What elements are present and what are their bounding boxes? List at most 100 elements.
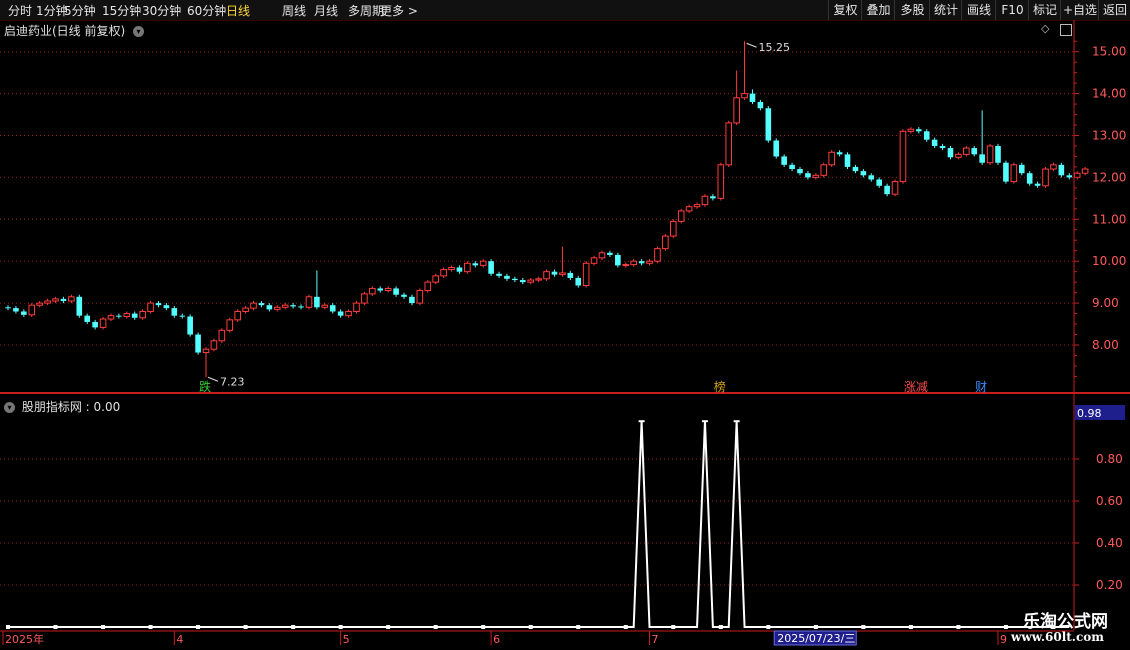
candle-2025-08-19 [923, 129, 930, 142]
candle-2025-04-28 [314, 270, 320, 310]
candle-2025-03-18 [92, 319, 98, 330]
diamond-icon[interactable]: ◇ [1041, 22, 1049, 35]
indicator-tick-label: 0.80 [1096, 452, 1123, 466]
candle-2025-08-04 [836, 150, 843, 157]
candle-2025-04-01 [171, 306, 178, 318]
high-arrow [746, 42, 757, 48]
indicator-title: 股朋指标网 : 0.00 [21, 400, 121, 414]
indicator-dot [6, 625, 10, 629]
candle-2025-07-28 [797, 166, 803, 176]
candle-2025-09-12 [1066, 173, 1073, 180]
price-tick-label: 8.00 [1092, 338, 1119, 352]
candle-2025-05-27 [456, 265, 463, 274]
indicator-dot [861, 625, 866, 629]
candle-2025-07-15 [725, 120, 733, 167]
price-tick-label: 14.00 [1092, 87, 1126, 101]
candle-2025-04-08 [202, 347, 210, 378]
candle-2025-06-09 [520, 277, 526, 285]
indicator-dot [576, 625, 581, 629]
candle-2025-04-09 [210, 338, 218, 352]
candle-2025-04-02 [179, 313, 186, 319]
candle-2025-08-08 [868, 173, 875, 182]
chevron-down-icon[interactable]: ▾ [133, 26, 145, 37]
candle-2025-03-11 [52, 296, 59, 304]
candle-2025-07-07 [677, 208, 685, 224]
event-badge-2: 涨减 [904, 379, 928, 394]
candle-2025-03-20 [107, 313, 115, 322]
date-label-2: 5 [343, 633, 350, 646]
date-cursor-label: 2025/07/23/三 [777, 632, 855, 645]
candle-2025-07-03 [662, 233, 669, 251]
candle-2025-06-26 [622, 262, 630, 268]
candle-2025-03-28 [155, 301, 162, 308]
stock-chart: 8.00 9.00 10.00 11.00 12.00 13.00 14.00 15.00 1… [0, 20, 1130, 646]
candle-2025-04-03 [187, 314, 193, 337]
candle-2025-07-08 [685, 204, 693, 214]
indicator-dot [433, 625, 438, 629]
candle-2025-08-21 [939, 143, 946, 151]
candle-2025-09-01 [995, 143, 1001, 165]
candlesticks [5, 41, 1089, 378]
date-label-3: 6 [493, 633, 500, 646]
candle-2025-03-17 [84, 313, 90, 325]
indicator-dot [671, 625, 676, 629]
candle-2025-06-30 [638, 259, 645, 266]
candle-2025-07-11 [710, 194, 716, 201]
high-label: 15.25 [759, 41, 791, 54]
candle-2025-07-10 [701, 194, 709, 207]
candle-2025-04-14 [234, 309, 241, 322]
date-label-1: 4 [176, 633, 183, 646]
indicator-dot [908, 625, 913, 629]
candle-2025-05-20 [416, 288, 424, 306]
candle-2025-06-05 [504, 273, 510, 281]
candle-2025-06-20 [590, 255, 598, 266]
candle-2025-03-03 [5, 305, 11, 311]
candle-2025-04-23 [290, 303, 296, 309]
candle-2025-08-01 [828, 150, 835, 167]
indicator-dot [291, 625, 296, 629]
candle-2025-07-25 [789, 162, 795, 172]
candle-2025-09-10 [1050, 162, 1057, 172]
panel-toggle-icon[interactable] [1060, 24, 1072, 36]
date-label-4: 7 [652, 633, 659, 646]
candle-2025-05-06 [337, 309, 344, 318]
candle-2025-05-30 [479, 259, 487, 268]
candle-2025-06-12 [543, 269, 550, 281]
candle-2025-05-12 [369, 286, 376, 296]
indicator-dot [718, 625, 723, 629]
candle-2025-09-08 [1034, 181, 1041, 188]
candle-2025-03-31 [163, 303, 170, 311]
indicator-grid [0, 458, 1074, 586]
candle-2025-08-06 [852, 164, 859, 174]
candle-2025-05-14 [384, 286, 392, 293]
price-annotations: 15.25 7.23 跌 榜 涨减 财 [199, 41, 987, 394]
indicator-tick-label: 0.20 [1096, 578, 1123, 592]
indicator-dot [528, 625, 533, 629]
candle-2025-07-18 [749, 89, 756, 105]
indicator-dot [243, 625, 248, 629]
candle-2025-09-09 [1042, 166, 1049, 188]
candle-2025-07-17 [741, 41, 748, 100]
indicator-dot [766, 625, 771, 629]
candle-2025-03-25 [131, 311, 138, 320]
candle-2025-05-29 [472, 261, 479, 268]
main-title-row: 启迪药业(日线 前复权) ▾ [4, 22, 145, 39]
event-badge-3: 财 [975, 380, 987, 394]
date-axis: 2025年 4 5 6 7 9 2025/07/23/三 [0, 630, 1074, 646]
indicator-dot [53, 625, 58, 629]
candle-2025-05-22 [432, 273, 439, 285]
watermark-logo: 乐淘公式网 [1023, 612, 1108, 632]
indicator-tick-label: 0.40 [1096, 536, 1123, 550]
candle-2025-03-14 [76, 294, 83, 318]
candle-2025-06-04 [496, 271, 502, 278]
candle-2025-05-21 [424, 280, 432, 293]
candle-2025-07-01 [646, 259, 653, 266]
candle-2025-06-24 [607, 250, 613, 258]
chevron-down-icon[interactable]: ▾ [4, 402, 15, 413]
candle-2025-07-02 [654, 246, 661, 264]
indicator-dot [101, 625, 106, 629]
candle-2025-05-13 [377, 286, 384, 293]
candle-2025-07-16 [733, 70, 740, 126]
candle-2025-03-24 [123, 311, 131, 319]
candle-2025-04-15 [242, 306, 249, 314]
